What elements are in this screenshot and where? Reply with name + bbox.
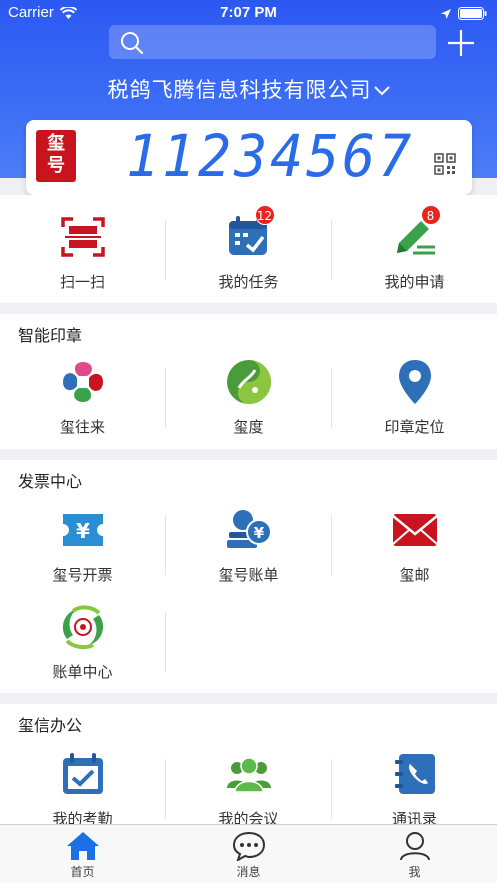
section-title: 发票中心 xyxy=(18,472,83,491)
tab-me-label: 我 xyxy=(408,865,421,879)
tasks-badge: 12 xyxy=(254,205,275,225)
seal-location-button[interactable]: 印章定位 xyxy=(332,358,497,437)
qr-code-icon[interactable] xyxy=(434,153,456,175)
location-arrow-icon xyxy=(440,6,452,24)
yen-ticket-icon: ¥ xyxy=(59,506,107,554)
seal-logo: 玺号 xyxy=(36,130,76,182)
xi-bill-label: 玺号账单 xyxy=(218,566,279,584)
section-title: 玺信办公 xyxy=(18,716,83,735)
company-name: 税鸽飞腾信息科技有限公司 xyxy=(107,78,372,102)
my-attendance-button[interactable]: 我的考勤 xyxy=(0,750,165,829)
exchange-knot-icon xyxy=(59,358,107,406)
coin-stack-icon: ¥ xyxy=(225,506,273,554)
chat-bubble-icon xyxy=(232,831,265,861)
xi-wanglai-button[interactable]: 玺往来 xyxy=(0,358,165,437)
contacts-button[interactable]: 通讯录 xyxy=(332,750,497,829)
people-group-icon xyxy=(225,750,273,798)
tab-me[interactable]: 我 xyxy=(332,825,497,883)
calendar-check-icon xyxy=(59,750,107,798)
chevron-down-icon xyxy=(373,86,390,96)
envelope-icon xyxy=(391,506,439,554)
my-meetings-button[interactable]: 我的会议 xyxy=(166,750,331,829)
calendar-check-icon: 12 xyxy=(225,205,275,261)
xi-mail-label: 玺邮 xyxy=(399,566,430,584)
scan-button[interactable]: 扫一扫 xyxy=(0,213,165,292)
seal-location-label: 印章定位 xyxy=(384,418,445,436)
user-icon xyxy=(399,832,430,861)
bill-center-label: 账单中心 xyxy=(52,663,113,681)
divider xyxy=(165,612,166,672)
clock: 7:07 PM xyxy=(220,4,277,21)
xi-invoicing-button[interactable]: ¥ 玺号开票 xyxy=(0,506,165,585)
xi-bill-button[interactable]: ¥ 玺号账单 xyxy=(166,506,331,585)
tab-home-label: 首页 xyxy=(70,865,95,879)
battery-icon xyxy=(458,6,488,24)
section-title: 智能印章 xyxy=(18,326,83,345)
invoice-center-section: 发票中心 ¥ 玺号开票 ¥ 玺号账单 玺邮 账单中心 xyxy=(0,460,497,693)
seal-number: 11234567 xyxy=(126,122,415,190)
search-input[interactable] xyxy=(109,25,436,59)
search-icon xyxy=(121,32,144,55)
xi-invoicing-label: 玺号开票 xyxy=(52,566,113,584)
xi-du-button[interactable]: 玺度 xyxy=(166,358,331,437)
svg-text:¥: ¥ xyxy=(76,519,90,543)
company-selector[interactable]: 税鸽飞腾信息科技有限公司 xyxy=(0,74,497,104)
xi-wanglai-label: 玺往来 xyxy=(59,418,105,436)
map-pin-icon xyxy=(391,358,439,406)
yin-yang-leaf-icon xyxy=(225,358,273,406)
my-applications-label: 我的申请 xyxy=(384,273,445,291)
wreath-coin-icon xyxy=(59,603,107,651)
tab-home[interactable]: 首页 xyxy=(0,825,165,883)
quick-actions: 扫一扫 12 我的任务 8 我的申请 xyxy=(0,195,497,303)
svg-text:¥: ¥ xyxy=(253,524,264,542)
phone-book-icon xyxy=(391,750,439,798)
tab-messages-label: 消息 xyxy=(236,865,261,879)
home-icon xyxy=(66,832,99,860)
my-tasks-label: 我的任务 xyxy=(218,273,279,291)
status-bar: Carrier 7:07 PM xyxy=(0,0,497,26)
xi-du-label: 玺度 xyxy=(233,418,264,436)
smart-seal-section: 智能印章 玺往来 玺度 印章定位 xyxy=(0,314,497,449)
xi-office-section: 玺信办公 我的考勤 我的会议 通讯录 xyxy=(0,704,497,828)
scan-icon xyxy=(59,213,107,261)
my-applications-button[interactable]: 8 我的申请 xyxy=(332,205,497,292)
pen-edit-icon: 8 xyxy=(391,205,441,261)
xi-mail-button[interactable]: 玺邮 xyxy=(332,506,497,585)
tab-bar: 首页 消息 我 xyxy=(0,824,497,883)
scan-label: 扫一扫 xyxy=(59,273,105,291)
applications-badge: 8 xyxy=(420,205,441,225)
tab-messages[interactable]: 消息 xyxy=(166,825,331,883)
add-icon[interactable] xyxy=(446,28,476,58)
my-tasks-button[interactable]: 12 我的任务 xyxy=(166,205,331,292)
seal-number-card[interactable]: 玺号 11234567 xyxy=(26,120,472,195)
bill-center-button[interactable]: 账单中心 xyxy=(0,603,165,682)
